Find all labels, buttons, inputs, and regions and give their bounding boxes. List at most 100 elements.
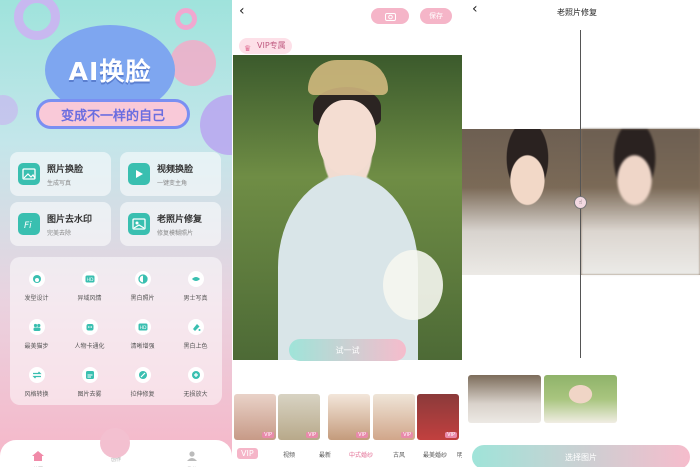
slogan-banner: 变成不一样的自己 [36,99,190,129]
template-thumb[interactable]: VIP [234,394,276,440]
thumb-vip-badge: VIP [445,432,457,438]
tool-stretch-fix[interactable]: 拉伸修复 [116,367,169,398]
tool-label: 人物卡通化 [74,343,105,350]
template-photo [233,55,462,360]
category-vip[interactable]: VIP [237,448,258,459]
svg-text:HD: HD [86,277,93,283]
camera-button[interactable] [371,8,409,24]
tool-exotic-style[interactable]: HD 异域风情 [63,271,116,302]
hd-icon: HD [134,319,151,335]
photo-restore-icon [128,213,150,235]
save-label: 保存 [429,12,443,20]
faceswap-editor-screen: ‹ 保存 ♛ VIP专属 试一试 VIP VIP VIP VIP VIP VIP… [233,0,462,467]
image-icon [18,163,40,185]
contrast-icon [134,271,151,287]
category-tab-active[interactable]: 中式婚纱 [349,450,373,459]
feature-old-photo-restore[interactable]: 老照片修复 修复模糊照片 [120,202,221,246]
drag-handle-icon[interactable]: ☝ [574,196,587,209]
feature-remove-watermark[interactable]: Fi 图片去水印 完美去除 [10,202,111,246]
svg-text:Fi: Fi [24,221,32,231]
thumb-vip-badge: VIP [356,432,368,438]
category-tab[interactable]: 最美婚纱 [423,450,447,459]
tool-bw-photo[interactable]: 黑白照片 [116,271,169,302]
photo-restore-screen: ‹ 老照片修复 ☝ 选择图片 [462,0,700,467]
camera-icon [384,12,396,21]
back-icon[interactable]: ‹ [239,3,245,19]
tool-enhance[interactable]: HD 清晰增强 [116,319,169,350]
tool-colorize[interactable]: 黑白上色 [169,319,222,350]
tool-label: 黑白照片 [130,295,155,302]
thumb-vip-badge: VIP [306,432,318,438]
feature-title: 视频换脸 [157,164,194,175]
restored-half [462,129,581,275]
choose-image-button[interactable]: 选择图片 [472,445,690,467]
original-half [581,129,700,275]
people-icon [28,319,45,335]
save-button[interactable]: 保存 [420,8,452,24]
photo-headdress [308,60,388,95]
feature-title: 照片换脸 [47,164,84,175]
tool-label: 发型设计 [24,295,49,302]
tool-hair-design[interactable]: 发型设计 [10,271,63,302]
thumb-vip-badge: VIP [262,432,274,438]
sample-photo[interactable] [468,375,541,423]
category-tab[interactable]: 视频 [283,450,295,459]
tools-grid: 发型设计 HD 异域风情 黑白照片 男士写真 最美猫步 人物卡通化 HD 清晰增… [10,257,222,405]
tool-style-transfer[interactable]: 风格转换 [10,367,63,398]
tool-label: 风格转换 [24,391,49,398]
lips-icon [187,271,204,287]
decorative-blob [200,95,232,155]
nav-profile[interactable]: 我的 [172,446,212,467]
feature-video-faceswap[interactable]: 视频换脸 一键变主角 [120,152,221,196]
decorative-ring [14,0,60,40]
hair-icon [28,271,45,287]
feature-subtitle: 生成写真 [47,179,72,187]
slogan-text: 变成不一样的自己 [60,108,165,124]
stretch-icon [134,367,151,383]
feature-subtitle: 修复模糊照片 [157,229,194,237]
feature-subtitle: 完美去除 [47,229,72,237]
home-icon [32,451,44,461]
feature-photo-faceswap[interactable]: 照片换脸 生成写真 [10,152,111,196]
try-label: 试一试 [335,345,360,355]
vip-label: VIP专属 [257,41,286,50]
create-button[interactable] [100,428,130,458]
sample-photo[interactable] [544,375,617,423]
profile-icon [187,451,197,461]
thumb-vip-badge: VIP [401,432,413,438]
tool-label: 最美猫步 [24,343,49,350]
tool-cartoonize[interactable]: 人物卡通化 [63,319,116,350]
tool-catwalk[interactable]: 最美猫步 [10,319,63,350]
enlarge-icon [187,367,204,383]
template-thumb[interactable]: VIP [417,394,459,440]
back-icon[interactable]: ‹ [472,1,478,17]
app-title: AI换脸 [68,57,152,86]
category-tab[interactable]: 古风 [393,450,405,459]
feature-title: 图片去水印 [47,214,93,225]
category-tab[interactable]: 最新 [319,450,331,459]
tool-label: 无损放大 [183,391,208,398]
hd-icon: HD [81,271,98,287]
watermark-icon: Fi [18,213,40,235]
compare-divider[interactable] [580,30,581,358]
tool-label: 黑白上色 [183,343,208,350]
nav-home[interactable]: 首页 [18,446,58,467]
tool-lossless-enlarge[interactable]: 无损放大 [169,367,222,398]
paint-icon [187,319,204,335]
photo-figure-face [318,100,376,175]
svg-text:HD: HD [139,325,146,331]
tool-label: 图片去雾 [77,391,102,398]
template-thumb[interactable]: VIP [328,394,370,440]
tool-men-portrait[interactable]: 男士写真 [169,271,222,302]
photo-bouquet [383,250,443,320]
template-thumb[interactable]: VIP [278,394,320,440]
video-icon [128,163,150,185]
decorative-blob [170,40,216,86]
choose-label: 选择图片 [565,452,597,462]
template-thumb[interactable]: VIP [373,394,415,440]
home-screen: AI换脸 变成不一样的自己 照片换脸 生成写真 视频换脸 一键变主角 Fi 图片… [0,0,232,467]
cartoon-icon [81,319,98,335]
swap-icon [28,367,45,383]
tool-defog[interactable]: 图片去雾 [63,367,116,398]
try-button[interactable]: 试一试 [289,339,406,361]
